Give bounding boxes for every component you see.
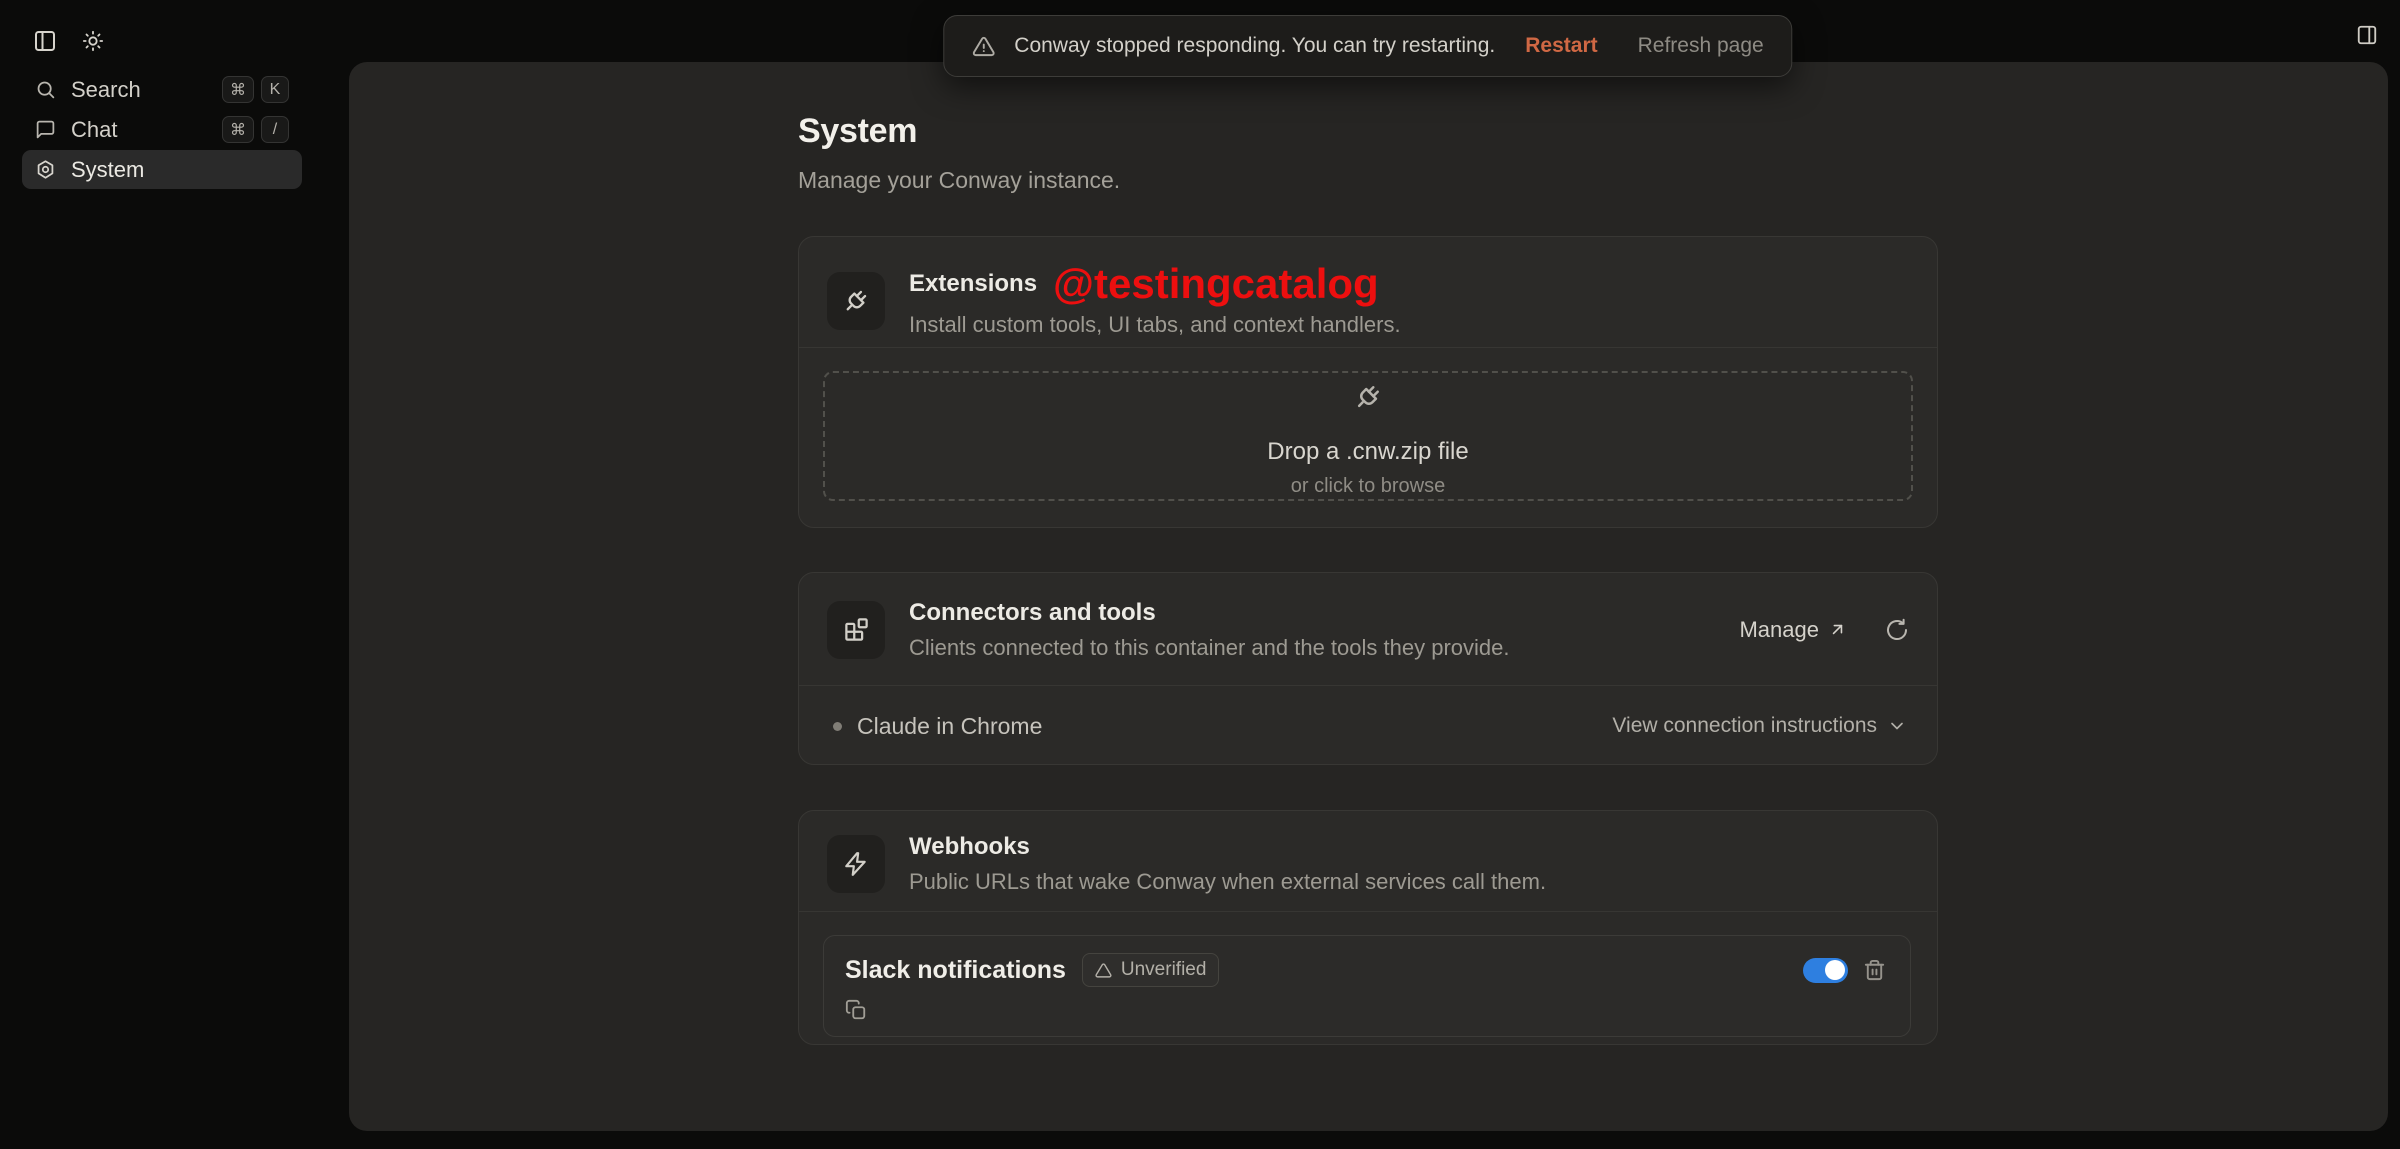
manage-label: Manage — [1739, 616, 1819, 642]
sidebar-item-chat[interactable]: Chat ⌘ / — [22, 110, 302, 149]
badge-warning-icon — [1095, 962, 1112, 979]
webhook-item: Slack notifications Unverified — [823, 935, 1911, 1037]
sidebar-item-label: System — [71, 156, 145, 182]
webhook-toggle[interactable] — [1803, 957, 1848, 983]
webhook-name: Slack notifications — [845, 955, 1066, 984]
zap-icon — [843, 851, 869, 877]
watermark-text: @testingcatalog — [1053, 260, 1379, 307]
blocks-icon — [843, 616, 870, 643]
sidebar: Search ⌘ K Chat ⌘ / System — [0, 0, 349, 1149]
delete-webhook-button[interactable] — [1863, 959, 1886, 982]
warning-icon — [972, 35, 995, 58]
webhooks-card: Webhooks Public URLs that wake Conway wh… — [798, 810, 1938, 1045]
card-subtitle: Install custom tools, UI tabs, and conte… — [909, 312, 1401, 337]
shortcut-key: ⌘ — [222, 76, 254, 103]
status-dot — [833, 721, 842, 731]
toggle-knob — [1825, 960, 1845, 980]
manage-link[interactable]: Manage — [1739, 617, 1847, 643]
connectors-card: Connectors and tools Clients connected t… — [798, 572, 1938, 765]
error-toast: Conway stopped responding. You can try r… — [943, 15, 1793, 77]
card-title: Webhooks — [909, 833, 1030, 860]
toast-message: Conway stopped responding. You can try r… — [1014, 34, 1496, 57]
card-title: Extensions — [909, 269, 1038, 297]
theme-toggle-button[interactable] — [80, 28, 106, 54]
card-title: Connectors and tools — [909, 599, 1156, 626]
dropzone-subtitle: or click to browse — [1290, 475, 1446, 497]
chevron-down-icon — [1887, 716, 1907, 736]
view-instructions-button[interactable]: View connection instructions — [1612, 714, 1907, 738]
copy-icon — [845, 999, 867, 1021]
arrow-up-right-icon — [1828, 620, 1847, 639]
shortcut-key: K — [261, 76, 289, 103]
client-row: Claude in Chrome View connection instruc… — [799, 686, 1937, 766]
icon-tile — [827, 834, 885, 893]
sidebar-item-search[interactable]: Search ⌘ K — [22, 70, 302, 109]
trash-icon — [1863, 959, 1886, 982]
shortcut-key: ⌘ — [222, 116, 254, 143]
divider — [799, 347, 1937, 348]
page-subtitle: Manage your Conway instance. — [798, 167, 1121, 193]
instructions-label: View connection instructions — [1612, 714, 1877, 737]
extensions-card-header: Extensions @testingcatalog Install custo… — [799, 237, 1937, 364]
client-name: Claude in Chrome — [857, 712, 1043, 739]
refresh-icon — [1885, 618, 1909, 642]
unverified-badge: Unverified — [1081, 953, 1220, 987]
right-panel-toggle-button[interactable] — [2354, 22, 2380, 48]
plug-icon — [842, 287, 870, 315]
webhooks-card-header: Webhooks Public URLs that wake Conway wh… — [799, 811, 1937, 917]
sidebar-nav: Search ⌘ K Chat ⌘ / System — [22, 70, 302, 189]
connectors-card-header: Connectors and tools Clients connected t… — [799, 573, 1937, 687]
divider — [799, 911, 1937, 912]
card-subtitle: Public URLs that wake Conway when extern… — [909, 868, 1547, 894]
dropzone-title: Drop a .cnw.zip file — [1267, 438, 1469, 465]
page-title: System — [798, 112, 918, 150]
sidebar-item-label: Chat — [71, 116, 118, 142]
card-subtitle: Clients connected to this container and … — [909, 634, 1510, 660]
refresh-button[interactable] — [1885, 618, 1909, 642]
sidebar-item-label: Search — [71, 76, 141, 102]
sidebar-toggle-button[interactable] — [32, 28, 58, 54]
dropzone-plug-icon — [1353, 382, 1383, 412]
search-icon — [35, 79, 56, 100]
restart-button[interactable]: Restart — [1525, 34, 1597, 58]
refresh-page-button[interactable]: Refresh page — [1638, 34, 1764, 58]
panel-left-icon — [33, 29, 57, 53]
badge-label: Unverified — [1120, 959, 1207, 980]
copy-url-button[interactable] — [845, 999, 867, 1021]
sidebar-item-system[interactable]: System — [22, 150, 302, 189]
shortcut-key: / — [261, 116, 289, 143]
panel-right-icon — [2356, 24, 2378, 46]
sun-icon — [82, 30, 104, 52]
extension-dropzone[interactable]: Drop a .cnw.zip file or click to browse — [823, 371, 1913, 501]
system-icon — [35, 159, 56, 180]
icon-tile — [827, 271, 885, 330]
extensions-card: Extensions @testingcatalog Install custo… — [798, 236, 1938, 528]
chat-icon — [35, 119, 56, 140]
icon-tile — [827, 600, 885, 659]
